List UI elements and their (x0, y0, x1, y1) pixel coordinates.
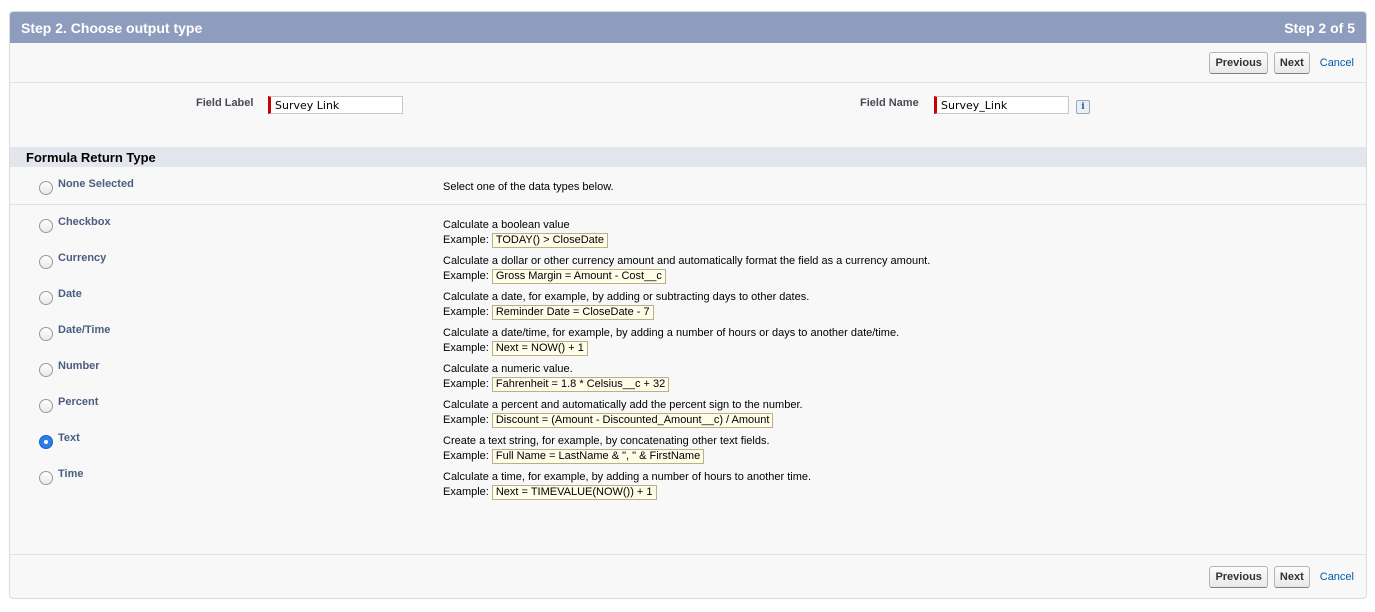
radio-button[interactable] (39, 327, 53, 341)
option-description: Calculate a boolean value (443, 219, 570, 231)
option-description: Calculate a date, for example, by adding… (443, 291, 810, 303)
option-label: Percent (58, 396, 99, 408)
section-header: Formula Return Type (10, 147, 1366, 167)
radio-button[interactable] (39, 219, 53, 233)
option-description-block: Calculate a time, for example, by adding… (443, 470, 811, 500)
option-description: Calculate a date/time, for example, by a… (443, 327, 900, 339)
top-button-bar: Previous Next Cancel (10, 43, 1366, 83)
option-description: Calculate a percent and automatically ad… (443, 399, 803, 411)
page-title: Step 2. Choose output type (21, 19, 203, 36)
page-header: Step 2. Choose output type Step 2 of 5 (10, 12, 1366, 43)
options-list: Checkbox Calculate a boolean value Example… (10, 205, 1366, 500)
previous-button[interactable]: Previous (1209, 565, 1268, 588)
option-description: Create a text string, for example, by co… (443, 435, 770, 447)
option-example: Example: Next = TIMEVALUE(NOW()) + 1 (443, 485, 811, 500)
option-label: Number (58, 360, 100, 372)
radio-button[interactable] (39, 291, 53, 305)
option-label: Date (58, 288, 82, 300)
step-indicator: Step 2 of 5 (1284, 19, 1355, 36)
option-row: Currency Calculate a dollar or other curr… (10, 241, 1366, 284)
option-row: Date Calculate a date, for example, by ad… (10, 277, 1366, 320)
option-row: Time Calculate a time, for example, by ad… (10, 457, 1366, 500)
example-code: Next = TIMEVALUE(NOW()) + 1 (491, 485, 657, 500)
field-label-input[interactable] (268, 96, 403, 114)
field-name-input[interactable] (934, 96, 1069, 114)
radio-none-selected[interactable] (39, 181, 53, 195)
field-name-label: Field Name (860, 97, 919, 109)
next-button[interactable]: Next (1273, 565, 1310, 588)
field-settings: Field Label Field Name i (10, 83, 1366, 147)
option-row-none: None Selected Select one of the data typ… (10, 167, 1366, 205)
wizard-panel: Step 2. Choose output type Step 2 of 5 P… (9, 11, 1367, 599)
option-description: Calculate a time, for example, by adding… (443, 471, 812, 483)
option-row: Checkbox Calculate a boolean value Example… (10, 205, 1366, 248)
option-description: Calculate a numeric value. (443, 363, 573, 375)
radio-button[interactable] (39, 399, 53, 413)
cancel-link[interactable]: Cancel (1320, 571, 1354, 583)
bottom-button-bar: Previous Next Cancel (10, 554, 1366, 598)
option-label: Date/Time (58, 324, 111, 336)
option-label: Checkbox (58, 216, 111, 228)
radio-button[interactable] (39, 471, 53, 485)
option-label: None Selected (58, 178, 134, 190)
field-label-label: Field Label (196, 97, 254, 109)
option-row: Date/Time Calculate a date/time, for exam… (10, 313, 1366, 356)
previous-button[interactable]: Previous (1209, 51, 1268, 74)
radio-button[interactable] (39, 363, 53, 377)
option-row: Percent Calculate a percent and automatic… (10, 385, 1366, 428)
option-label: Text (58, 432, 80, 444)
option-description: Select one of the data types below. (443, 181, 614, 193)
radio-button[interactable] (39, 255, 53, 269)
option-label: Currency (58, 252, 107, 264)
example-prefix: Example: (443, 486, 489, 498)
radio-button[interactable] (39, 435, 53, 449)
option-row: Text Create a text string, for example, b… (10, 421, 1366, 464)
next-button[interactable]: Next (1273, 51, 1310, 74)
info-icon[interactable]: i (1076, 100, 1090, 114)
cancel-link[interactable]: Cancel (1320, 57, 1354, 69)
option-label: Time (58, 468, 84, 480)
option-row: Number Calculate a numeric value. Example:… (10, 349, 1366, 392)
option-description: Calculate a dollar or other currency amo… (443, 255, 931, 267)
